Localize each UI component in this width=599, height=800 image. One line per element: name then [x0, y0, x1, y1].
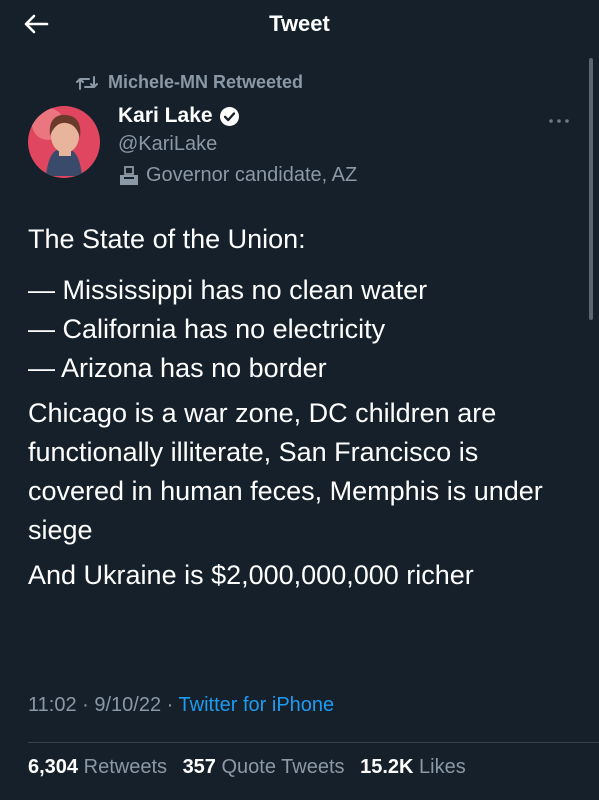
- divider: [28, 742, 599, 743]
- retweet-text: Michele-MN Retweeted: [108, 72, 304, 92]
- avatar[interactable]: [28, 106, 100, 178]
- tweet-time[interactable]: 11:02: [28, 694, 77, 716]
- retweet-icon: [76, 75, 98, 90]
- tweet-line: — California has no electricity: [28, 314, 386, 344]
- verified-badge-icon: [219, 106, 239, 126]
- author-name[interactable]: Kari Lake: [118, 104, 240, 128]
- tweet-meta: 11:02 · 9/10/22 · Twitter for iPhone: [28, 694, 334, 717]
- tweet-paragraph: Chicago is a war zone, DC children are f…: [28, 398, 543, 545]
- more-options-button[interactable]: [548, 112, 570, 130]
- scrollbar[interactable]: [589, 58, 593, 320]
- retweets-stat[interactable]: 6,304 Retweets: [28, 756, 167, 778]
- tweet-stats: 6,304 Retweets 357 Quote Tweets 15.2K Li…: [28, 756, 476, 779]
- tweet-date[interactable]: 9/10/22: [94, 694, 161, 716]
- top-bar: Tweet: [0, 0, 599, 48]
- avatar-image: [28, 106, 100, 178]
- likes-stat[interactable]: 15.2K Likes: [360, 756, 466, 778]
- tweet-line: The State of the Union:: [28, 224, 306, 254]
- tweet-paragraph: And Ukraine is $2,000,000,000 richer: [28, 560, 474, 590]
- author-label: Governor candidate, AZ: [118, 164, 357, 187]
- retweet-context[interactable]: Michele-MN Retweeted: [76, 72, 303, 93]
- tweet-line: — Arizona has no border: [28, 353, 327, 383]
- tweet-text: The State of the Union: — Mississippi ha…: [28, 220, 578, 604]
- quote-tweets-stat[interactable]: 357 Quote Tweets: [183, 756, 345, 778]
- tweet-source-link[interactable]: Twitter for iPhone: [179, 694, 335, 716]
- page-title: Tweet: [269, 11, 330, 36]
- separator: ·: [82, 694, 89, 716]
- ballot-box-icon: [120, 165, 138, 185]
- more-horizontal-icon: [549, 119, 569, 123]
- author-handle[interactable]: @KariLake: [118, 133, 217, 156]
- separator: ·: [166, 694, 174, 716]
- tweet-line: — Mississippi has no clean water: [28, 275, 428, 305]
